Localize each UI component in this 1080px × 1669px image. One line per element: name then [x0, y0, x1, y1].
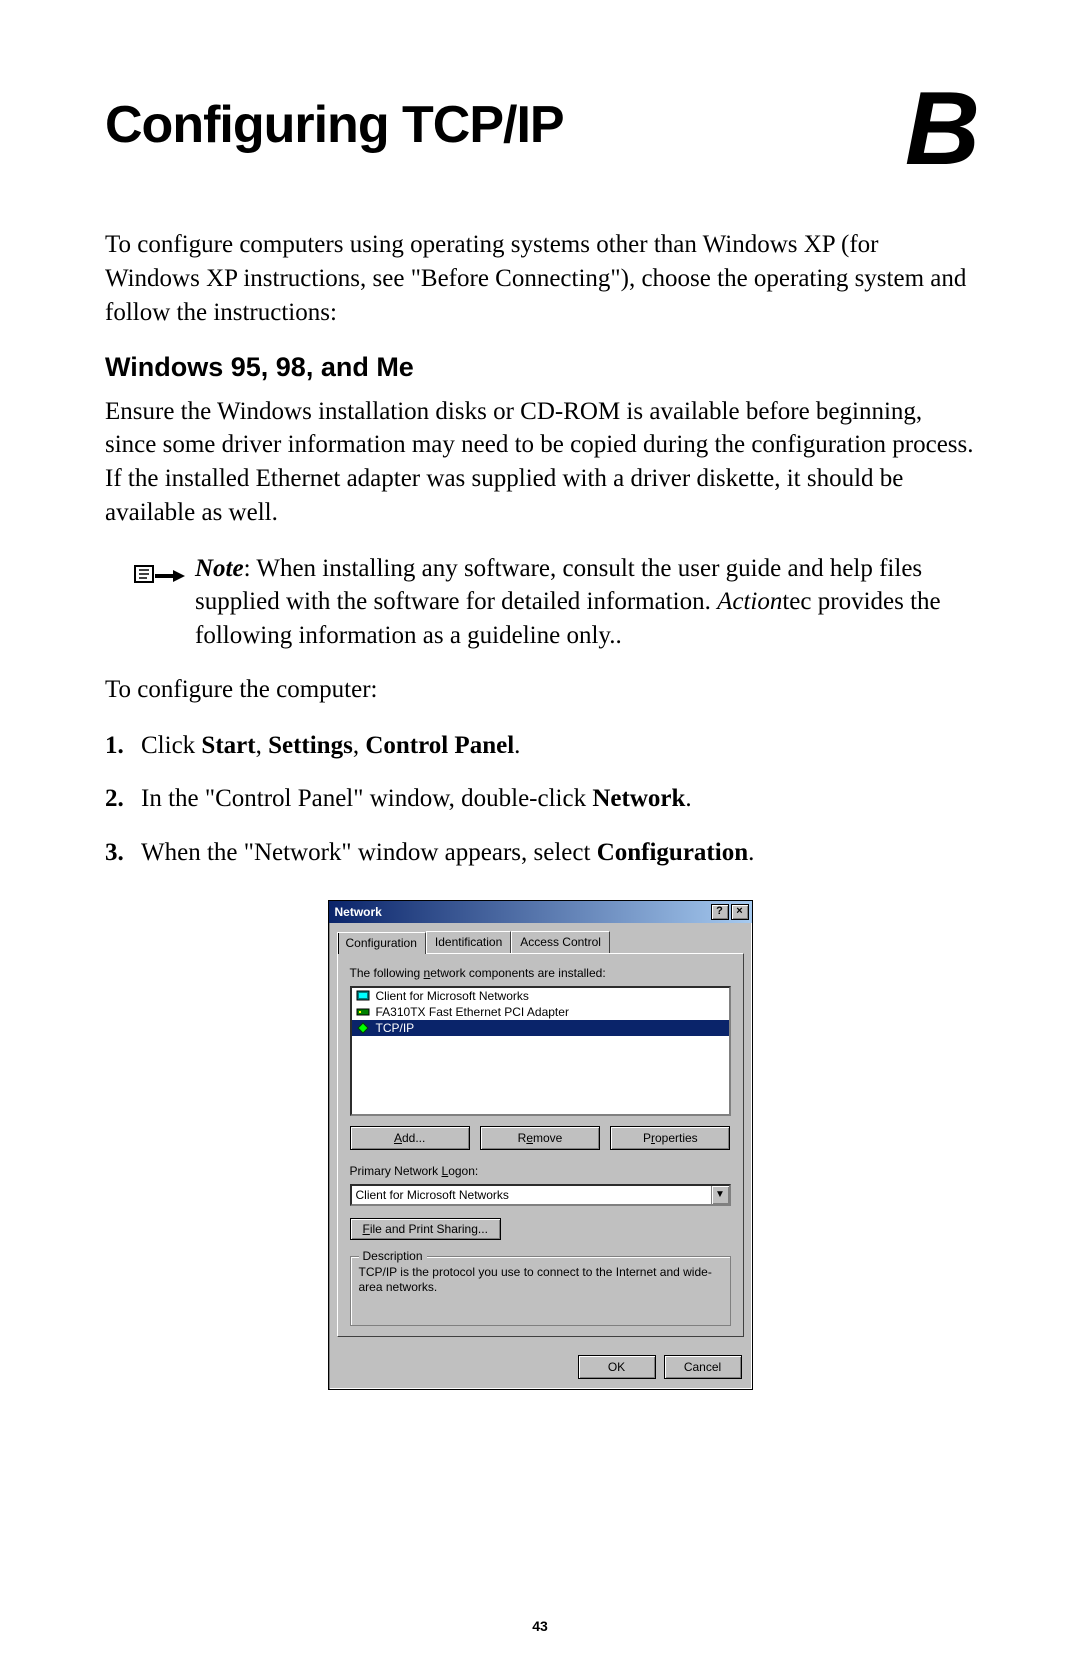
list-item[interactable]: Client for Microsoft Networks: [352, 988, 729, 1004]
step-text: When the "Network" window appears, selec…: [141, 839, 597, 866]
step-bold: Start: [201, 732, 255, 759]
step-bold: Network: [592, 785, 685, 812]
step-bold: Control Panel: [365, 732, 514, 759]
list-item-selected[interactable]: TCP/IP: [352, 1020, 729, 1036]
close-button[interactable]: ×: [731, 904, 749, 920]
tab-access-control[interactable]: Access Control: [511, 931, 610, 953]
dialog-title: Network: [335, 905, 382, 919]
step-text: In the "Control Panel" window, double-cl…: [141, 785, 592, 812]
note-label: Note: [195, 555, 244, 582]
help-button[interactable]: ?: [711, 904, 729, 920]
step-bold: Configuration: [597, 839, 748, 866]
step-text: .: [685, 785, 691, 812]
tab-identification[interactable]: Identification: [426, 931, 511, 953]
step-text: ,: [256, 732, 269, 759]
step-text: .: [748, 839, 754, 866]
properties-button[interactable]: Properties: [610, 1126, 730, 1150]
client-icon: [356, 989, 370, 1003]
subheading-win9x: Windows 95, 98, and Me: [105, 352, 975, 383]
list-item-label: FA310TX Fast Ethernet PCI Adapter: [376, 1005, 569, 1019]
step-text: Click: [141, 732, 201, 759]
note-block: Note: When installing any software, cons…: [133, 552, 975, 653]
description-groupbox: Description TCP/IP is the protocol you u…: [350, 1256, 731, 1326]
step-bold: Settings: [268, 732, 353, 759]
components-label: The following network components are ins…: [350, 966, 731, 980]
list-item[interactable]: FA310TX Fast Ethernet PCI Adapter: [352, 1004, 729, 1020]
page-title: Configuring TCP/IP: [105, 95, 564, 155]
step-1: Click Start, Settings, Control Panel.: [105, 729, 975, 763]
adapter-icon: [356, 1005, 370, 1019]
list-item-label: Client for Microsoft Networks: [376, 989, 529, 1003]
chevron-down-icon[interactable]: ▼: [711, 1186, 729, 1204]
intro-paragraph: To configure computers using operating s…: [105, 228, 975, 329]
step-text: ,: [353, 732, 366, 759]
tab-configuration[interactable]: Configuration: [337, 932, 426, 954]
step-2: In the "Control Panel" window, double-cl…: [105, 782, 975, 816]
paragraph-toconfigure: To configure the computer:: [105, 673, 975, 707]
step-3: When the "Network" window appears, selec…: [105, 836, 975, 870]
logon-label: Primary Network Logon:: [350, 1164, 731, 1178]
add-button[interactable]: Add...: [350, 1126, 470, 1150]
components-listbox[interactable]: Client for Microsoft Networks FA310TX Fa…: [350, 986, 731, 1116]
pointing-hand-icon: [133, 556, 187, 592]
list-item-label: TCP/IP: [376, 1021, 415, 1035]
primary-logon-select[interactable]: Client for Microsoft Networks ▼: [350, 1184, 731, 1206]
cancel-button[interactable]: Cancel: [664, 1355, 742, 1379]
remove-button[interactable]: Remove: [480, 1126, 600, 1150]
step-text: .: [514, 732, 520, 759]
paragraph-prereq: Ensure the Windows installation disks or…: [105, 395, 975, 530]
select-value: Client for Microsoft Networks: [352, 1186, 711, 1204]
note-brand: Action: [717, 588, 782, 615]
page-number: 43: [0, 1618, 1080, 1634]
protocol-icon: [356, 1021, 370, 1035]
description-legend: Description: [359, 1249, 427, 1263]
titlebar[interactable]: Network ? ×: [329, 901, 752, 923]
file-print-sharing-button[interactable]: File and Print Sharing...: [350, 1218, 501, 1240]
note-text: Note: When installing any software, cons…: [187, 552, 975, 653]
network-dialog: Network ? × Configuration Identification…: [328, 900, 753, 1390]
description-text: TCP/IP is the protocol you use to connec…: [359, 1265, 722, 1296]
chapter-letter: B: [905, 85, 975, 173]
ok-button[interactable]: OK: [578, 1355, 656, 1379]
